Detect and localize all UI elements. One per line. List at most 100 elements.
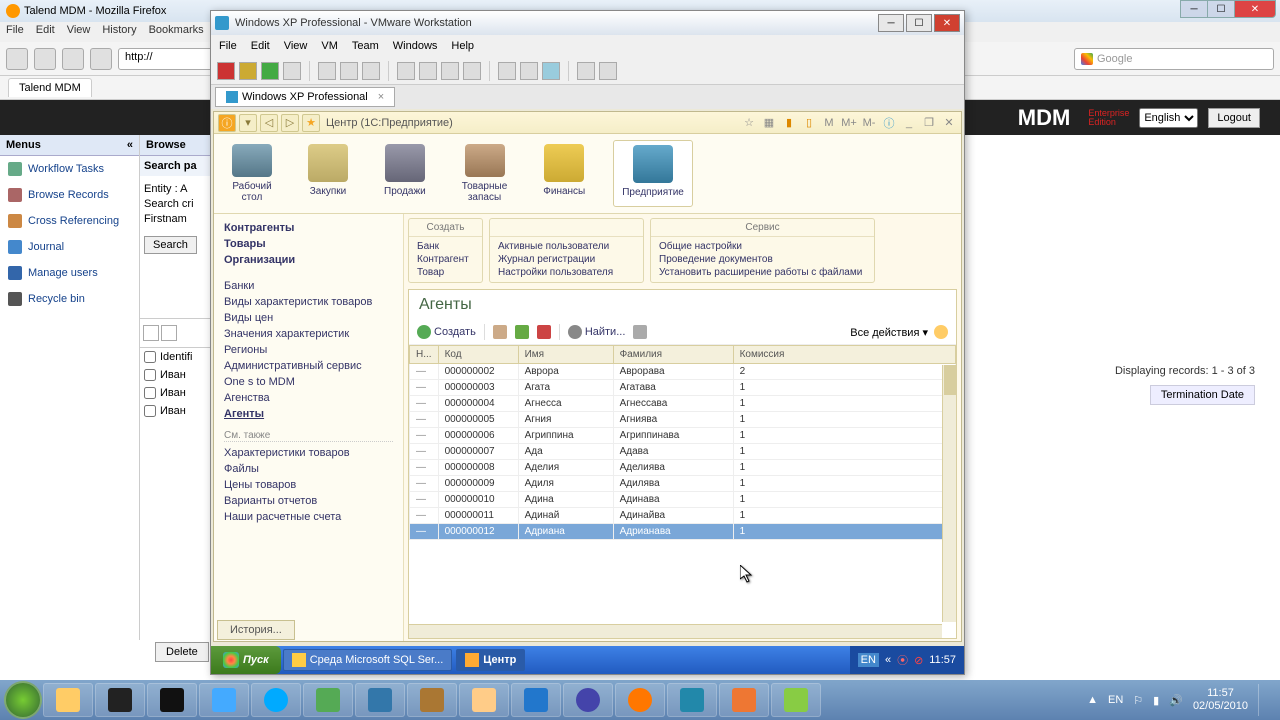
scrollbar-horizontal[interactable] xyxy=(409,624,942,638)
task-vmware[interactable] xyxy=(719,683,769,717)
vm-tab-close-icon[interactable]: × xyxy=(378,91,384,103)
vm-menu-windows[interactable]: Windows xyxy=(393,40,438,52)
forward-button[interactable] xyxy=(34,48,56,70)
ff-menu-view[interactable]: View xyxy=(67,24,91,40)
find-button[interactable]: Найти... xyxy=(568,325,626,339)
grid-row[interactable]: —000000009АдиляАдилява1 xyxy=(410,476,956,492)
xp-tray-icon3[interactable]: ⊘ xyxy=(914,654,923,667)
edit-icon[interactable] xyxy=(515,325,529,339)
vm-maximize-button[interactable]: ☐ xyxy=(906,14,932,32)
task-evernote[interactable] xyxy=(303,683,353,717)
vm-menu-team[interactable]: Team xyxy=(352,40,379,52)
agents-grid[interactable]: Н... Код Имя Фамилия Комиссия —000000002… xyxy=(409,345,956,638)
list-row[interactable]: Иван xyxy=(140,384,210,402)
vm-view2-icon[interactable] xyxy=(419,62,437,80)
close-button[interactable]: ✕ xyxy=(1234,0,1276,18)
win7-lang[interactable]: EN xyxy=(1108,694,1123,706)
vm-menu-view[interactable]: View xyxy=(284,40,308,52)
c1-close-icon[interactable]: ✕ xyxy=(941,115,957,131)
calc2-icon[interactable]: ▯ xyxy=(801,115,817,131)
section-sales[interactable]: Продажи xyxy=(376,140,434,207)
sidebar-item-users[interactable]: Manage users xyxy=(0,260,139,286)
side-char-types[interactable]: Виды характеристик товаров xyxy=(224,294,393,310)
create-bank[interactable]: Банк xyxy=(417,240,474,253)
xp-tray-icon2[interactable]: ⦿ xyxy=(897,652,908,668)
vm-revert-icon[interactable] xyxy=(340,62,358,80)
logout-button[interactable]: Logout xyxy=(1208,108,1260,128)
vm-menu-edit[interactable]: Edit xyxy=(251,40,270,52)
col-lastname[interactable]: Фамилия xyxy=(613,346,733,364)
grid-row[interactable]: —000000005АгнияАгниява1 xyxy=(410,412,956,428)
ff-menu-history[interactable]: History xyxy=(102,24,136,40)
vm-tool2-icon[interactable] xyxy=(599,62,617,80)
c1-restore-icon[interactable]: ❐ xyxy=(921,115,937,131)
vm-fullscreen-icon[interactable] xyxy=(520,62,538,80)
calc1-icon[interactable]: ▮ xyxy=(781,115,797,131)
grid-row[interactable]: —000000010АдинаАдинава1 xyxy=(410,492,956,508)
vm-tool1-icon[interactable] xyxy=(577,62,595,80)
m-minus-button[interactable]: М- xyxy=(861,115,877,131)
side-files[interactable]: Файлы xyxy=(224,461,393,477)
grid-row[interactable]: —000000004АгнессаАгнессава1 xyxy=(410,396,956,412)
grid-row[interactable]: —000000007АдаАдава1 xyxy=(410,444,956,460)
collapse-icon[interactable]: « xyxy=(127,139,133,151)
vm-snapshot-icon[interactable] xyxy=(318,62,336,80)
vm-menu-file[interactable]: File xyxy=(219,40,237,52)
side-banks[interactable]: Банки xyxy=(224,278,393,294)
vm-minimize-button[interactable]: ─ xyxy=(878,14,904,32)
tool-log[interactable]: Журнал регистрации xyxy=(498,253,635,266)
side-admin[interactable]: Административный сервис xyxy=(224,358,393,374)
all-actions-button[interactable]: Все действия ▾ xyxy=(850,326,928,339)
side-contractors[interactable]: Контрагенты xyxy=(224,220,393,236)
svc-posting[interactable]: Проведение документов xyxy=(659,253,866,266)
side-goods[interactable]: Товары xyxy=(224,236,393,252)
vm-play-icon[interactable] xyxy=(261,62,279,80)
c1-minimize-icon[interactable]: _ xyxy=(901,115,917,131)
vm-console-icon[interactable] xyxy=(542,62,560,80)
reload-button[interactable] xyxy=(62,48,84,70)
grid-row[interactable]: —000000003АгатаАгатава1 xyxy=(410,380,956,396)
vmware-tab[interactable]: Windows XP Professional × xyxy=(215,87,395,107)
home-button[interactable] xyxy=(90,48,112,70)
task-firefox[interactable] xyxy=(615,683,665,717)
search-button[interactable]: Search xyxy=(144,236,197,254)
side-agencies[interactable]: Агенства xyxy=(224,390,393,406)
vm-manage-icon[interactable] xyxy=(362,62,380,80)
col-name[interactable]: Имя xyxy=(518,346,613,364)
task-app2[interactable] xyxy=(407,683,457,717)
select-all-checkbox[interactable] xyxy=(144,351,156,363)
side-characteristics[interactable]: Характеристики товаров xyxy=(224,445,393,461)
c1-forward-icon[interactable]: ▷ xyxy=(281,114,299,132)
section-desktop[interactable]: Рабочийстол xyxy=(224,140,280,207)
copy-icon[interactable] xyxy=(493,325,507,339)
vm-menu-vm[interactable]: VM xyxy=(321,40,338,52)
vm-view4-icon[interactable] xyxy=(463,62,481,80)
vmware-titlebar[interactable]: Windows XP Professional - VMware Worksta… xyxy=(211,11,964,35)
section-stock[interactable]: Товарныезапасы xyxy=(454,140,515,207)
tool-user-settings[interactable]: Настройки пользователя xyxy=(498,266,635,279)
svc-extension[interactable]: Установить расширение работы с файлами xyxy=(659,266,866,279)
col-n[interactable]: Н... xyxy=(410,346,439,364)
list-row[interactable]: Иван xyxy=(140,402,210,420)
tray-arrow-icon[interactable]: ▲ xyxy=(1087,694,1098,706)
side-accounts[interactable]: Наши расчетные счета xyxy=(224,509,393,525)
side-orgs[interactable]: Организации xyxy=(224,252,393,268)
side-ones-mdm[interactable]: One s to MDM xyxy=(224,374,393,390)
help-icon[interactable] xyxy=(934,325,948,339)
star-icon[interactable]: ☆ xyxy=(741,115,757,131)
scrollbar-vertical[interactable] xyxy=(942,365,956,622)
back-button[interactable] xyxy=(6,48,28,70)
m-button[interactable]: М xyxy=(821,115,837,131)
grid-row[interactable]: —000000002АврораАврорава2 xyxy=(410,364,956,380)
grid-row[interactable]: —000000011АдинайАдинайва1 xyxy=(410,508,956,524)
vm-close-button[interactable]: ✕ xyxy=(934,14,960,32)
xp-lang[interactable]: EN xyxy=(858,653,879,667)
vm-menu-help[interactable]: Help xyxy=(451,40,474,52)
task-cmd[interactable] xyxy=(95,683,145,717)
language-select[interactable]: English xyxy=(1139,108,1198,128)
side-agents[interactable]: Агенты xyxy=(224,406,393,422)
task-eclipse[interactable] xyxy=(563,683,613,717)
sidebar-item-browse[interactable]: Browse Records xyxy=(0,182,139,208)
info-icon[interactable]: ⓘ xyxy=(881,115,897,131)
minimize-button[interactable]: ─ xyxy=(1180,0,1208,18)
